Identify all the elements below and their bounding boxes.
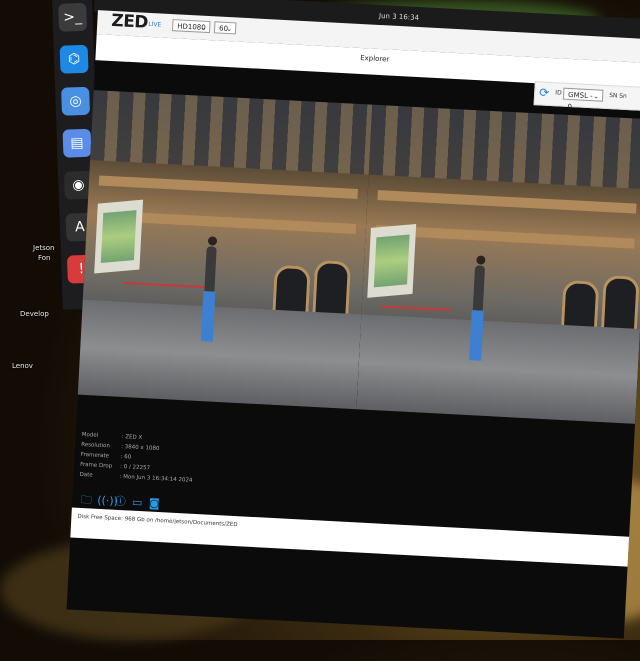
zed-explorer-window: Jun 3 16:34 ZED LIVE HD1080 ⌄ 60 ⌄ Explo… [62,0,640,658]
info-icon[interactable]: ⓘ [114,495,127,509]
serial-label: SN [608,92,618,100]
chromium-icon[interactable]: ◎ [61,86,91,116]
chevron-down-icon: ⌄ [226,24,233,34]
info-value: Mon Jun 3 16:34:14 2024 [122,474,193,484]
chevron-down-icon: ⌄ [593,92,600,101]
person-torso [472,265,486,311]
rope-barrier [123,281,214,289]
terminal-icon[interactable]: >_ [58,2,88,32]
record-icon[interactable]: ▭ [131,496,144,510]
desktop-label[interactable]: Jetson [33,244,54,252]
archway [600,275,640,335]
camera-id-select[interactable]: GMSL - 0 ⌄ [562,87,604,111]
archway [312,259,352,320]
floor [77,299,362,410]
camera-id-value: GMSL - 0 [567,90,593,112]
desktop-label[interactable]: Fon [38,254,51,262]
vscode-icon[interactable]: ⌬ [59,44,89,74]
chevron-down-icon: ⌄ [200,23,207,32]
info-value: 0 / 22257 [123,464,151,472]
banner [94,199,144,274]
serial-value: Sn [618,92,627,100]
desktop-label[interactable]: Lenov [12,362,33,370]
status-bar: Disk Free Space: 968 Gb on /home/jetson/… [70,507,630,567]
person-head [207,236,218,246]
refresh-icon[interactable]: ⟳ [539,85,550,100]
resolution-select[interactable]: HD1080 ⌄ [171,19,211,34]
person-head [476,255,486,265]
app-window: ZED LIVE HD1080 ⌄ 60 ⌄ Explorer ⟳ ID GMS… [66,10,640,639]
rope-barrier [381,305,452,312]
bottom-toolbar: 🗀 ((·))ⓘ ▭ ◙ [80,488,166,511]
camera-icon[interactable]: ◙ [148,497,161,511]
banner [367,223,417,298]
folder-icon[interactable]: 🗀 [80,493,93,507]
info-value: 60 [124,454,132,461]
ceiling [368,104,640,190]
desktop-label[interactable]: Develop [20,310,49,318]
balcony [377,190,637,214]
stream-icon[interactable]: ((·)) [97,494,118,508]
clock[interactable]: Jun 3 16:34 [379,12,419,22]
camera-selector: ⟳ ID GMSL - 0 ⌄ SN Sn [533,81,640,111]
left-camera-image [77,90,373,410]
balcony [98,175,358,200]
stereo-video-view[interactable] [77,90,640,424]
info-value: 3840 x 1080 [124,444,160,452]
zed-logo: ZED [110,10,149,33]
zed-live-label: LIVE [148,20,162,29]
camera-info-panel: Model: ZED X Resolution: 3840 x 1080 Frame… [79,430,194,486]
person-torso [204,246,217,292]
disk-free-space: Disk Free Space: 968 Gb on /home/jetson/… [77,513,238,529]
info-value: ZED X [125,434,143,442]
floor [356,314,640,424]
right-camera-image [356,104,640,424]
ceiling [90,90,373,175]
fps-select[interactable]: 60 ⌄ [213,21,237,35]
info-key: Date [79,471,93,479]
camera-id-label: ID [555,89,562,97]
